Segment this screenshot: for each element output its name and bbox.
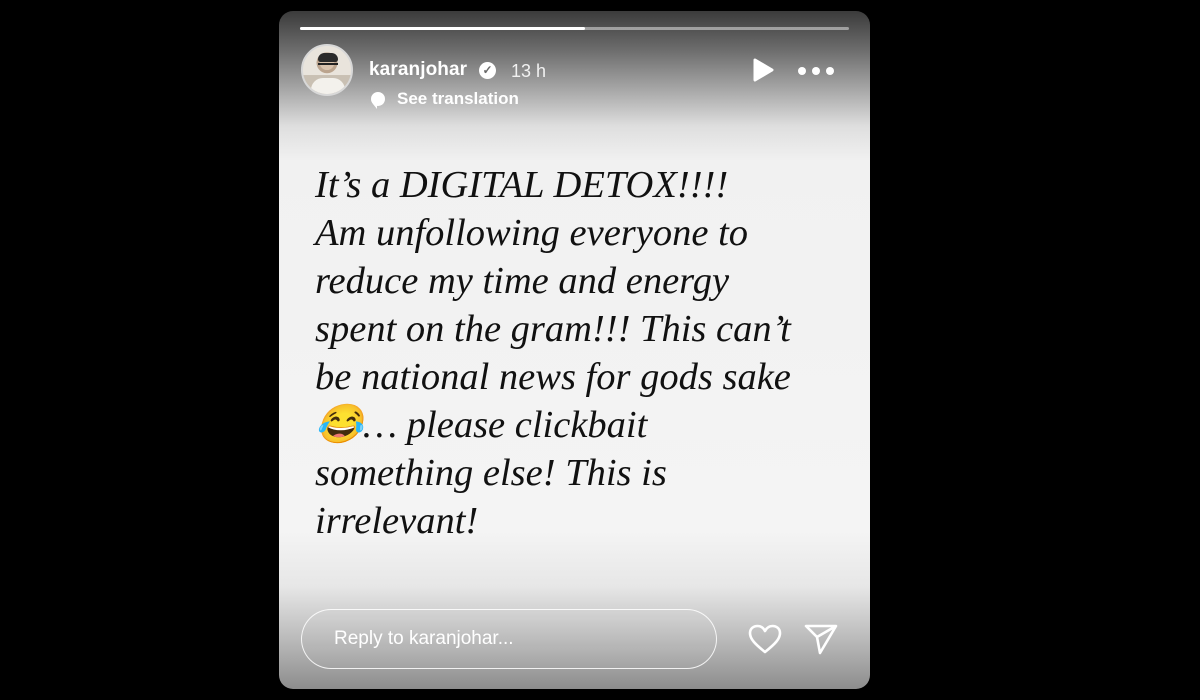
profile-avatar[interactable]: [301, 44, 353, 96]
play-icon[interactable]: [749, 57, 775, 83]
send-icon[interactable]: [803, 622, 839, 656]
heart-icon[interactable]: [747, 623, 783, 655]
avatar-glasses: [318, 63, 338, 70]
author-username[interactable]: karanjohar: [369, 59, 467, 81]
more-options-icon[interactable]: [796, 64, 836, 78]
avatar-hair: [318, 53, 338, 62]
story-viewer[interactable]: karanjohar ✓ 13 h See translation It’s a…: [279, 11, 870, 689]
post-timestamp: 13 h: [511, 61, 547, 81]
avatar-shirt: [311, 78, 345, 94]
speech-bubble-icon: [371, 92, 385, 109]
story-progress-bar: [300, 27, 849, 30]
verified-badge-icon: ✓: [479, 62, 496, 79]
story-text: It’s a DIGITAL DETOX!!!! Am unfollowing …: [315, 164, 791, 542]
see-translation-link[interactable]: See translation: [397, 89, 519, 109]
story-progress-fill: [300, 27, 586, 30]
reply-input[interactable]: [301, 609, 717, 669]
